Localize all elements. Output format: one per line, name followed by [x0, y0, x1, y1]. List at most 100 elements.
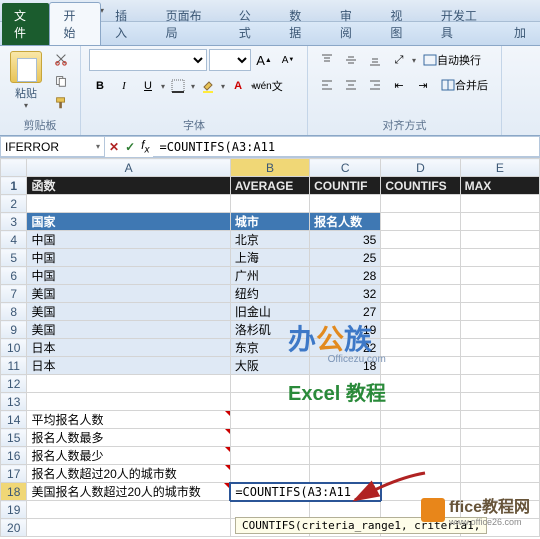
enter-formula-icon[interactable]: ✓ — [125, 140, 135, 154]
cell[interactable]: 旧金山 — [230, 303, 309, 321]
paste-button[interactable]: 粘贴 ▾ — [8, 49, 44, 112]
column-header-C[interactable]: C — [310, 159, 381, 177]
cell[interactable] — [460, 447, 539, 465]
cell[interactable]: 美国 — [27, 285, 230, 303]
cell[interactable] — [381, 501, 460, 519]
orientation-icon[interactable]: ⤢ — [388, 49, 410, 71]
cell[interactable] — [381, 285, 460, 303]
border-dropdown-icon[interactable]: ▾ — [191, 82, 195, 91]
cell[interactable] — [381, 393, 460, 411]
cell[interactable] — [230, 375, 309, 393]
cell[interactable] — [460, 213, 539, 231]
cell[interactable]: COUNTIF — [310, 177, 381, 195]
cell[interactable] — [381, 357, 460, 375]
tab-addins[interactable]: 加 — [500, 20, 540, 45]
cell[interactable]: 美国报名人数超过20人的城市数 — [27, 483, 230, 501]
underline-dropdown-icon[interactable]: ▾ — [161, 82, 165, 91]
shrink-font-icon[interactable]: A▼ — [277, 49, 299, 71]
tab-developer[interactable]: 开发工具 — [427, 3, 500, 45]
insert-function-icon[interactable]: fx — [141, 138, 149, 155]
border-button[interactable] — [167, 75, 189, 97]
cell[interactable] — [310, 411, 381, 429]
cell[interactable]: 国家 — [27, 213, 230, 231]
row-header[interactable]: 12 — [1, 375, 27, 393]
row-header[interactable]: 20 — [1, 519, 27, 537]
tab-home[interactable]: 开始 — [49, 2, 102, 45]
cell[interactable] — [460, 375, 539, 393]
cell[interactable]: 广州 — [230, 267, 309, 285]
cell[interactable]: MAX — [460, 177, 539, 195]
cell[interactable] — [460, 501, 539, 519]
tab-file[interactable]: 文件 — [2, 3, 49, 45]
decrease-indent-icon[interactable]: ⇤ — [388, 74, 410, 96]
cell[interactable] — [381, 303, 460, 321]
align-bottom-icon[interactable] — [364, 49, 386, 71]
cell[interactable] — [460, 483, 539, 501]
merge-center-button[interactable]: 合并后 — [436, 74, 493, 96]
cell[interactable] — [381, 195, 460, 213]
row-header[interactable]: 14 — [1, 411, 27, 429]
name-box[interactable]: IFERROR ▾ — [0, 136, 105, 157]
cell[interactable] — [310, 501, 381, 519]
font-family-select[interactable] — [89, 49, 207, 71]
cell[interactable]: 中国 — [27, 267, 230, 285]
row-header[interactable]: 13 — [1, 393, 27, 411]
row-header[interactable]: 2 — [1, 195, 27, 213]
cancel-formula-icon[interactable]: ✕ — [109, 140, 119, 154]
column-header-A[interactable]: A — [27, 159, 230, 177]
select-all-button[interactable] — [1, 159, 27, 177]
cell[interactable]: 大阪 — [230, 357, 309, 375]
cell[interactable]: 22 — [310, 339, 381, 357]
row-header[interactable]: 8 — [1, 303, 27, 321]
cell[interactable]: 美国 — [27, 321, 230, 339]
active-cell[interactable]: =COUNTIFS(A3:A11 — [230, 483, 381, 501]
cell[interactable]: 报名人数最多 — [27, 429, 230, 447]
cell[interactable]: 北京 — [230, 231, 309, 249]
row-header[interactable]: 10 — [1, 339, 27, 357]
cell[interactable] — [381, 375, 460, 393]
cell[interactable]: 报名人数最少 — [27, 447, 230, 465]
row-header[interactable]: 19 — [1, 501, 27, 519]
align-top-icon[interactable] — [316, 49, 338, 71]
cell[interactable] — [460, 249, 539, 267]
font-size-select[interactable] — [209, 49, 251, 71]
name-box-dropdown-icon[interactable]: ▾ — [96, 142, 100, 151]
cell[interactable] — [381, 321, 460, 339]
underline-button[interactable]: U — [137, 75, 159, 97]
cell[interactable] — [460, 321, 539, 339]
cell[interactable] — [230, 465, 309, 483]
cell[interactable] — [310, 375, 381, 393]
cell[interactable] — [381, 465, 460, 483]
cell[interactable] — [27, 501, 230, 519]
row-header[interactable]: 5 — [1, 249, 27, 267]
row-header[interactable]: 17 — [1, 465, 27, 483]
row-header[interactable]: 3 — [1, 213, 27, 231]
cell[interactable]: 25 — [310, 249, 381, 267]
cell[interactable] — [460, 339, 539, 357]
cell[interactable] — [310, 465, 381, 483]
cell[interactable] — [27, 393, 230, 411]
phonetic-button[interactable]: wén文 — [257, 75, 279, 97]
row-header[interactable]: 15 — [1, 429, 27, 447]
cut-icon[interactable] — [50, 49, 72, 69]
cell[interactable] — [460, 465, 539, 483]
formula-bar-input[interactable] — [153, 136, 540, 157]
cell[interactable] — [460, 303, 539, 321]
cell[interactable] — [381, 447, 460, 465]
wrap-text-button[interactable]: 自动换行 — [418, 49, 486, 71]
cell[interactable]: 报名人数 — [310, 213, 381, 231]
cell[interactable] — [460, 285, 539, 303]
format-painter-icon[interactable] — [50, 93, 72, 113]
cell[interactable]: 报名人数超过20人的城市数 — [27, 465, 230, 483]
italic-button[interactable]: I — [113, 75, 135, 97]
cell[interactable]: 中国 — [27, 249, 230, 267]
cell[interactable] — [310, 429, 381, 447]
tab-page-layout[interactable]: 页面布局 — [152, 3, 225, 45]
cell[interactable] — [230, 411, 309, 429]
cell[interactable]: 洛杉矶 — [230, 321, 309, 339]
cell[interactable]: 美国 — [27, 303, 230, 321]
grow-font-icon[interactable]: A▲ — [253, 49, 275, 71]
cell[interactable]: AVERAGE — [230, 177, 309, 195]
cell[interactable]: 28 — [310, 267, 381, 285]
cell[interactable] — [230, 447, 309, 465]
